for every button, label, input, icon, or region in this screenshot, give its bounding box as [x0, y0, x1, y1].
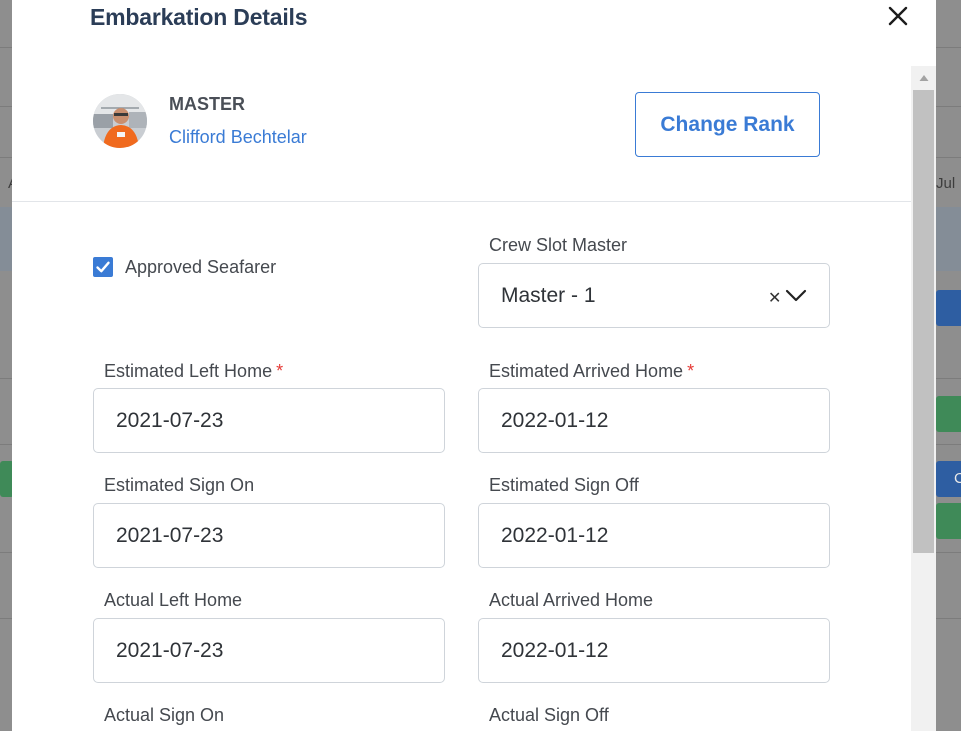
section-divider: [12, 201, 911, 202]
scroll-up-button[interactable]: [911, 66, 936, 90]
actual-left-home-value: 2021-07-23: [116, 638, 224, 662]
estimated-sign-off-value: 2022-01-12: [501, 523, 609, 547]
checkmark-icon: [96, 261, 110, 273]
clear-selection-icon[interactable]: ✕: [768, 288, 781, 308]
actual-arrived-home-input[interactable]: 2022-01-12: [478, 618, 830, 683]
triangle-up-icon: [919, 75, 928, 81]
actual-sign-on-label: Actual Sign On: [104, 705, 225, 725]
estimated-arrived-home-input[interactable]: 2022-01-12: [478, 388, 830, 453]
estimated-arrived-home-value: 2022-01-12: [501, 408, 609, 432]
actual-left-home-label: Actual Left Home: [104, 590, 243, 610]
crew-slot-value: Master - 1: [501, 283, 596, 307]
crew-slot-label: Crew Slot Master: [489, 235, 628, 255]
backdrop-bar: [936, 396, 961, 432]
actual-arrived-home-label: Actual Arrived Home: [489, 590, 654, 610]
modal-title: Embarkation Details: [90, 4, 308, 30]
estimated-sign-on-input[interactable]: 2021-07-23: [93, 503, 445, 568]
estimated-sign-off-label: Estimated Sign Off: [489, 475, 639, 495]
approved-seafarer-label: Approved Seafarer: [125, 257, 277, 277]
chevron-down-icon[interactable]: [785, 288, 807, 304]
seafarer-avatar: [93, 94, 147, 148]
backdrop-bar: [936, 503, 961, 539]
close-button[interactable]: [888, 6, 912, 30]
estimated-sign-on-value: 2021-07-23: [116, 523, 224, 547]
actual-sign-off-label: Actual Sign Off: [489, 705, 609, 725]
backdrop-bar: [936, 290, 961, 326]
estimated-left-home-value: 2021-07-23: [116, 408, 224, 432]
close-icon: [888, 6, 908, 26]
required-indicator: *: [687, 361, 695, 381]
required-indicator: *: [276, 361, 284, 381]
actual-left-home-input[interactable]: 2021-07-23: [93, 618, 445, 683]
change-rank-button[interactable]: Change Rank: [635, 92, 820, 157]
seafarer-rank: MASTER: [169, 94, 245, 114]
estimated-left-home-label: Estimated Left Home *: [104, 361, 284, 381]
actual-arrived-home-value: 2022-01-12: [501, 638, 609, 662]
estimated-sign-on-label: Estimated Sign On: [104, 475, 255, 495]
modal-scrollbar-thumb[interactable]: [913, 90, 934, 553]
estimated-arrived-home-label: Estimated Arrived Home *: [489, 361, 695, 381]
estimated-sign-off-input[interactable]: 2022-01-12: [478, 503, 830, 568]
backdrop-month-label: Jul: [936, 175, 956, 192]
approved-seafarer-checkbox[interactable]: [93, 257, 113, 277]
backdrop-bar-label: C: [954, 470, 961, 487]
embarkation-details-modal: Embarkation Details MASTER Clifford Bech…: [12, 0, 936, 731]
estimated-left-home-input[interactable]: 2021-07-23: [93, 388, 445, 453]
crew-slot-select[interactable]: Master - 1 ✕: [478, 263, 830, 328]
seafarer-name-link[interactable]: Clifford Bechtelar: [169, 127, 307, 148]
